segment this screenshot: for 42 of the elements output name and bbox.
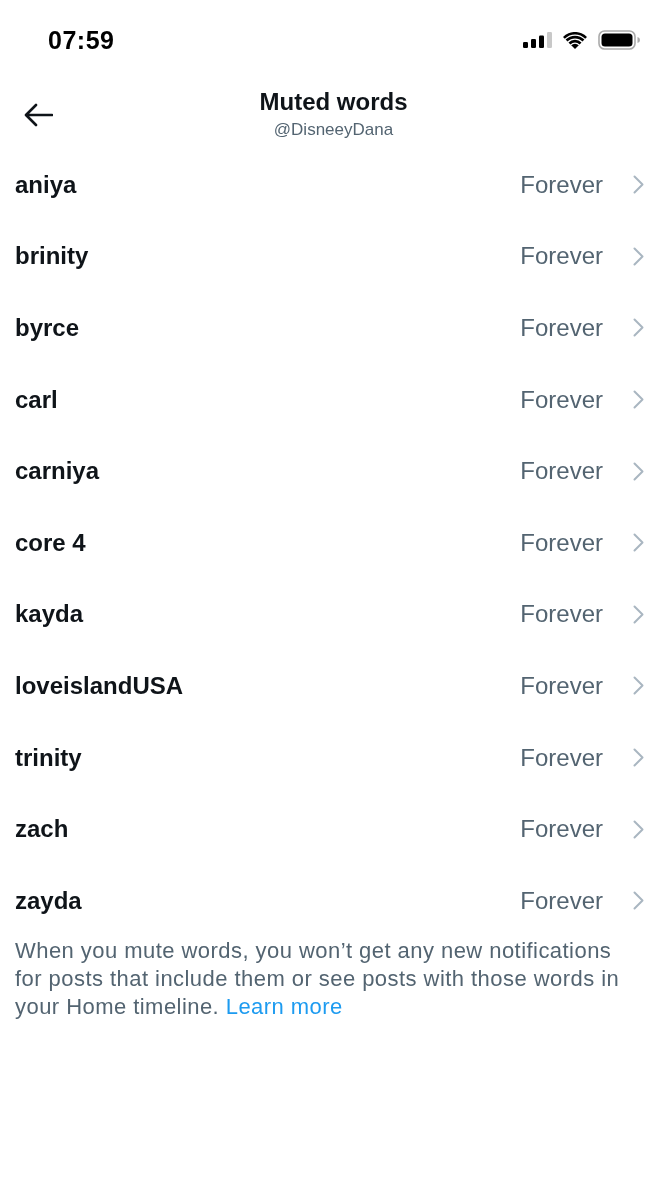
mute-duration: Forever <box>520 170 603 199</box>
muted-word[interactable]: trinity <box>15 743 521 772</box>
mute-duration: Forever <box>520 886 603 915</box>
chevron-right-icon <box>633 533 644 553</box>
chevron-right-icon <box>633 318 644 338</box>
chevron-right-icon <box>633 246 644 266</box>
mute-duration: Forever <box>520 815 603 844</box>
account-handle: @DisneeyDana <box>273 119 394 141</box>
mute-duration: Forever <box>520 457 603 486</box>
chevron-right-icon <box>633 819 644 839</box>
status-time: 07:59 <box>48 25 115 55</box>
chevron-right-icon <box>633 676 644 696</box>
mute-duration: Forever <box>520 314 603 342</box>
chevron-right-icon <box>633 175 644 195</box>
muted-word[interactable]: zayda <box>15 886 521 915</box>
mute-duration: Forever <box>520 528 603 557</box>
chevron-right-icon <box>633 604 644 624</box>
muted-word[interactable]: core 4 <box>15 528 521 557</box>
back-arrow-icon <box>24 102 53 127</box>
mute-duration: Forever <box>520 242 603 271</box>
back-button[interactable] <box>24 102 53 127</box>
muted-word[interactable]: loveislandUSA <box>15 671 521 700</box>
mute-duration: Forever <box>520 600 603 629</box>
muted-word[interactable]: carniya <box>15 457 521 486</box>
mute-duration: Forever <box>520 743 603 772</box>
mute-duration: Forever <box>520 671 603 700</box>
muted-word[interactable]: kayda <box>15 600 521 629</box>
info-text: When you mute words, you won’t get any new notifications for posts that include them or see posts with those words in your Home timeline. Learn more <box>15 936 621 1021</box>
muted-word[interactable]: zach <box>15 815 521 844</box>
mute-duration: Forever <box>520 385 603 414</box>
chevron-right-icon <box>633 461 644 481</box>
chevron-right-icon <box>633 891 644 911</box>
muted-word[interactable]: carl <box>15 385 521 414</box>
muted-word[interactable]: aniya <box>15 170 521 199</box>
wifi-icon <box>563 31 587 49</box>
chevron-right-icon <box>633 390 644 410</box>
signal-icon <box>523 32 552 48</box>
page-title: Muted words <box>259 88 408 116</box>
chevron-right-icon <box>633 748 644 768</box>
muted-word[interactable]: brinity <box>15 242 521 271</box>
muted-word[interactable]: byrce <box>15 314 521 342</box>
battery-icon <box>598 30 640 50</box>
